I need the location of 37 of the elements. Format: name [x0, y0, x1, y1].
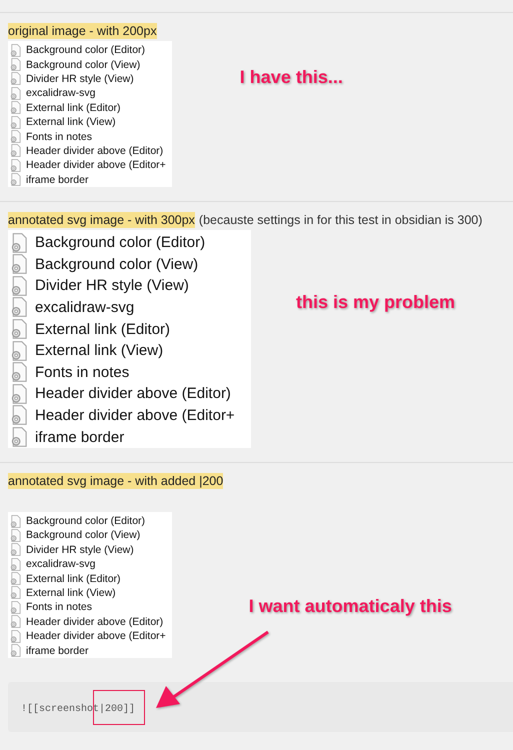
file-name: excalidraw-svg: [26, 87, 96, 100]
section-heading: annotated svg image - with added |200: [8, 472, 224, 489]
file-name: Header divider above (Editor): [26, 616, 164, 628]
file-name: excalidraw-svg: [26, 558, 96, 570]
annotation-text: I want automaticaly this: [248, 596, 452, 617]
file-name: iframe border: [26, 644, 88, 657]
file-name: External link (View): [26, 586, 116, 599]
file-name: Divider HR style (View): [35, 277, 189, 294]
file-name: Background color (View): [26, 58, 140, 71]
annotation-text: I have this...: [240, 67, 343, 88]
file-name: iframe border: [35, 428, 124, 446]
file-name: excalidraw-svg: [35, 298, 134, 316]
file-name: Background color (Editor): [35, 234, 206, 252]
file-name: External link (Editor): [26, 572, 121, 585]
file-name: External link (Editor): [35, 320, 170, 338]
file-name: iframe border: [26, 174, 88, 186]
file-name: Background color (Editor): [26, 44, 146, 56]
file-name: Background color (View): [26, 529, 140, 542]
file-name: Fonts in notes: [26, 130, 92, 143]
file-name: External link (View): [26, 116, 116, 128]
section-heading: original image - with 200px: [8, 23, 157, 39]
heading-note: (becauste settings in for this test in obsidian is 300): [198, 212, 482, 227]
file-name: Fonts in notes: [35, 364, 130, 381]
file-name: Header divider above (Editor+: [26, 630, 166, 642]
file-name: Header divider above (Editor+: [26, 159, 166, 172]
file-name: Background color (Editor): [26, 515, 146, 528]
file-name: Header divider above (Editor+: [35, 406, 235, 424]
file-name: Divider HR style (View): [26, 544, 134, 556]
file-name: Fonts in notes: [26, 601, 92, 614]
annotation-text: this is my problem: [296, 292, 456, 313]
file-name: Divider HR style (View): [26, 72, 134, 85]
file-name: Background color (View): [35, 256, 198, 273]
file-name: External link (View): [35, 342, 164, 360]
file-name: Header divider above (Editor): [26, 144, 164, 157]
section-heading: annotated svg image - with 300px: [8, 212, 195, 228]
file-name: Header divider above (Editor): [35, 385, 231, 402]
file-name: External link (Editor): [26, 102, 121, 114]
